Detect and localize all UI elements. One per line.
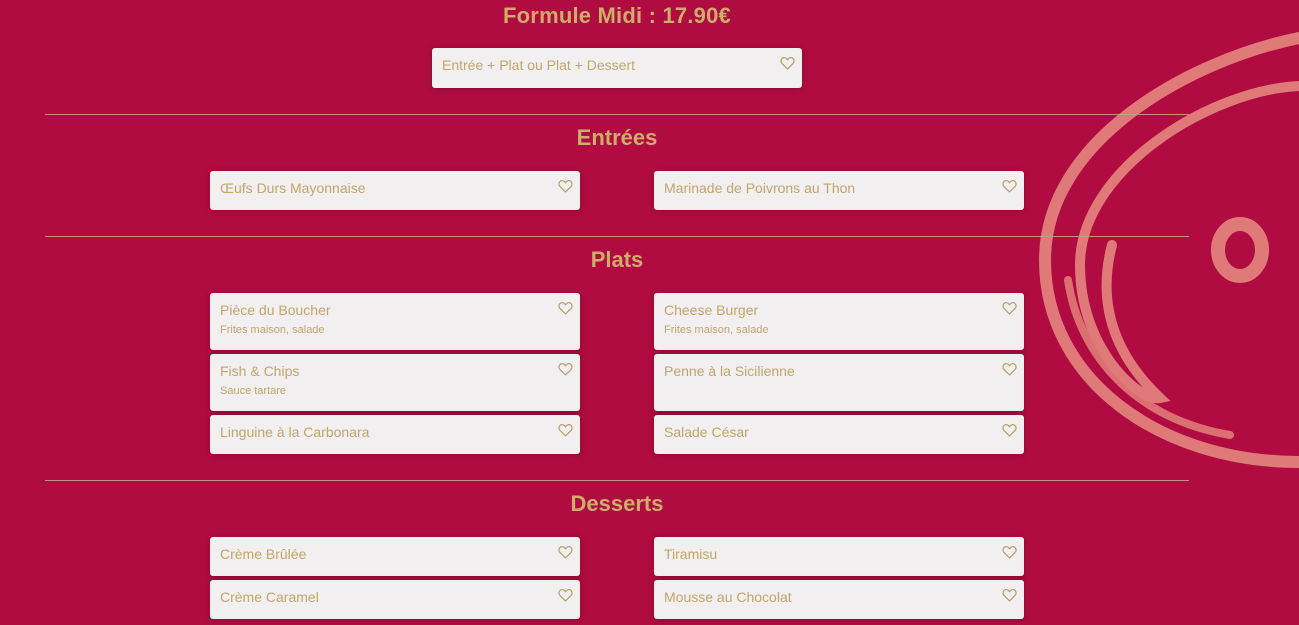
heart-outline-icon[interactable] [1002, 179, 1017, 193]
section-divider [45, 114, 1189, 115]
menu-item-name: Crème Caramel [220, 589, 319, 605]
menu-item-name: Tiramisu [664, 546, 718, 562]
heart-outline-icon[interactable] [780, 56, 795, 70]
menu-item-name: Marinade de Poivrons au Thon [664, 180, 856, 196]
heart-outline-icon[interactable] [1002, 301, 1017, 315]
section-title-entrees: Entrées [576, 125, 658, 150]
menu-item-description: Sauce tartare [220, 385, 287, 397]
menu-item-card[interactable]: Penne à la Sicilienne [654, 354, 1024, 411]
heart-outline-icon[interactable] [558, 301, 573, 315]
section-title-desserts: Desserts [570, 491, 664, 516]
heart-outline-icon[interactable] [558, 179, 573, 193]
heart-outline-icon[interactable] [1002, 423, 1017, 437]
formule-option: Entrée + Plat ou Plat + Dessert [442, 57, 635, 73]
heart-outline-icon[interactable] [1002, 545, 1017, 559]
menu-item-description: Frites maison, salade [664, 324, 769, 336]
menu-item-card[interactable]: Linguine à la Carbonara [210, 415, 580, 454]
section-title-plats: Plats [590, 247, 644, 272]
menu-item-card[interactable]: Œufs Durs Mayonnaise [210, 171, 580, 210]
menu-item-name: Linguine à la Carbonara [220, 424, 370, 440]
menu-item-card[interactable]: Pièce du Boucher Frites maison, salade [210, 293, 580, 350]
menu-item-name: Œufs Durs Mayonnaise [220, 180, 366, 196]
heart-outline-icon[interactable] [558, 588, 573, 602]
heart-outline-icon[interactable] [558, 362, 573, 376]
menu-item-card[interactable]: Tiramisu [654, 537, 1024, 576]
section-divider [45, 236, 1189, 237]
formule-card[interactable]: Entrée + Plat ou Plat + Dessert [432, 48, 802, 88]
menu-item-card[interactable]: Marinade de Poivrons au Thon [654, 171, 1024, 210]
menu-page: Formule Midi : 17.90€ Entrée + Plat ou P… [0, 0, 1299, 625]
heart-outline-icon[interactable] [558, 423, 573, 437]
heart-outline-icon[interactable] [1002, 362, 1017, 376]
menu-item-name: Crème Brûlée [220, 546, 307, 562]
section-divider [45, 480, 1189, 481]
menu-item-name: Pièce du Boucher [220, 302, 331, 318]
menu-item-card[interactable]: Salade César [654, 415, 1024, 454]
menu-item-card[interactable]: Cheese Burger Frites maison, salade [654, 293, 1024, 350]
menu-item-name: Fish & Chips [220, 363, 300, 379]
menu-item-description: Frites maison, salade [220, 324, 325, 336]
menu-item-card[interactable]: Crème Caramel [210, 580, 580, 619]
menu-item-name: Salade César [664, 424, 749, 440]
heart-outline-icon[interactable] [1002, 588, 1017, 602]
menu-item-name: Mousse au Chocolat [664, 589, 792, 605]
heart-outline-icon[interactable] [558, 545, 573, 559]
menu-item-card[interactable]: Crème Brûlée [210, 537, 580, 576]
menu-item-card[interactable]: Mousse au Chocolat [654, 580, 1024, 619]
menu-item-name: Penne à la Sicilienne [664, 363, 795, 379]
formule-title: Formule Midi : 17.90€ [503, 3, 731, 28]
menu-item-name: Cheese Burger [664, 302, 759, 318]
menu-item-card[interactable]: Fish & Chips Sauce tartare [210, 354, 580, 411]
